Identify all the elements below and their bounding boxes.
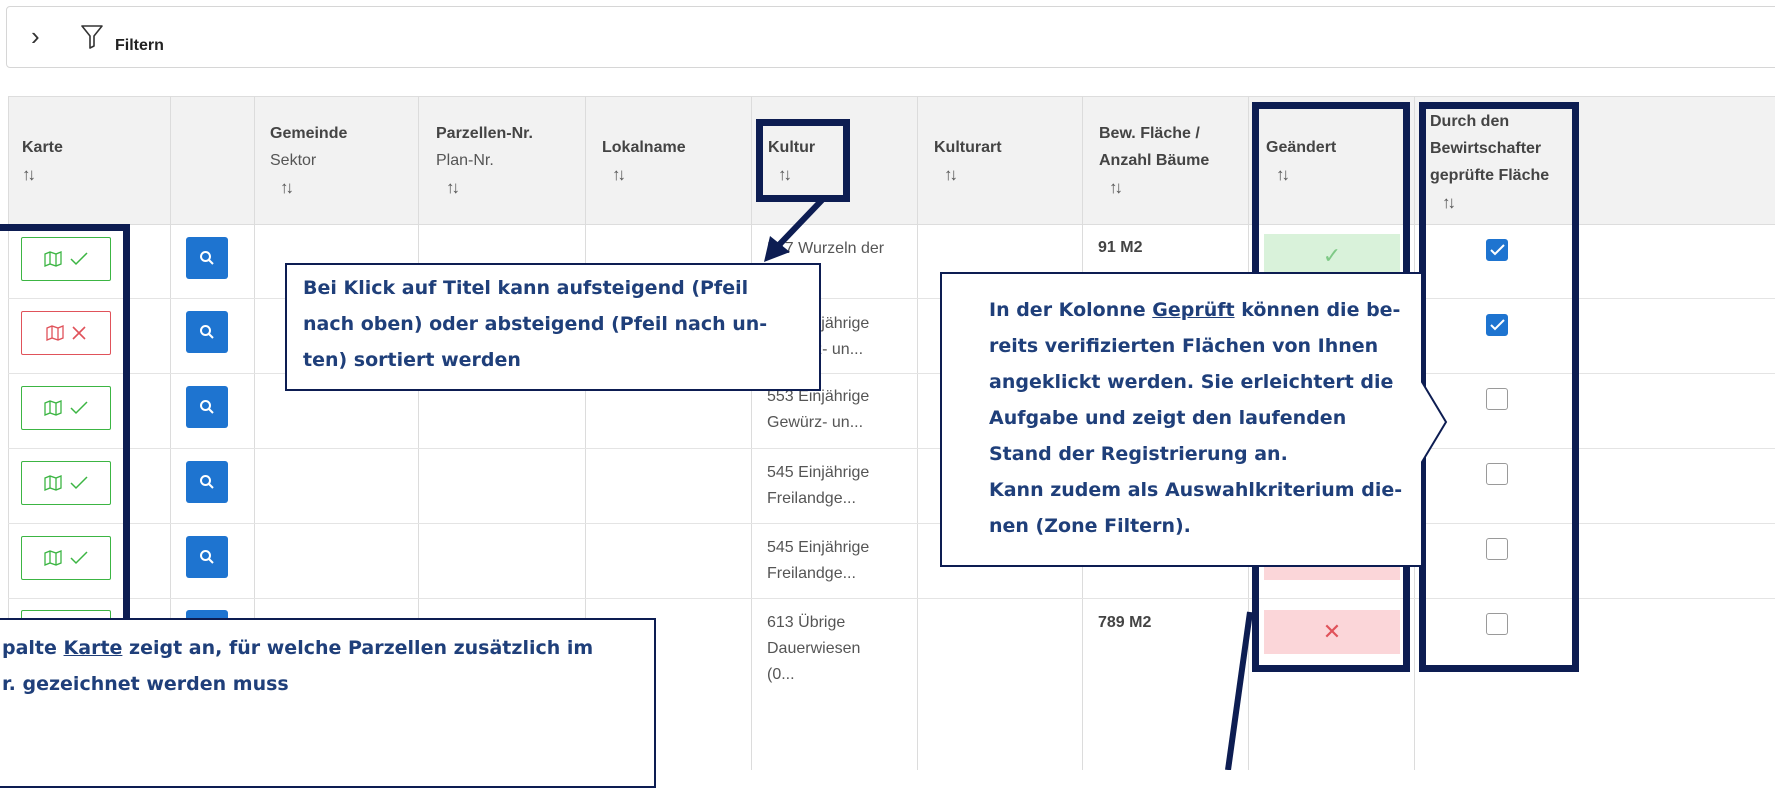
callout-sort-info: Bei Klick auf Titel kann aufsteigend (Pf… — [285, 263, 821, 391]
callout-text: Bei Klick auf Titel kann aufsteigend (Pf… — [303, 277, 749, 299]
callout-keyword: Karte — [63, 637, 123, 659]
callout-text: In der Kolonne Geprüft können die be- — [989, 292, 1439, 328]
callout-karte-info: palte Karte zeigt an, für welche Parzell… — [0, 618, 656, 788]
callout-text: nach oben) oder absteigend (Pfeil nach u… — [303, 313, 768, 335]
callout-text-part: zeigt an, für welche Parzellen zusätzlic… — [122, 637, 594, 659]
callout-text: r. gezeichnet werden muss — [2, 673, 289, 695]
callout-geprueft-info: In der Kolonne Geprüft können die be- re… — [989, 292, 1439, 544]
callout-text-part: können die be- — [1234, 299, 1401, 321]
callout-keyword: Geprüft — [1152, 299, 1235, 321]
callout-text: nen (Zone Filtern). — [989, 515, 1191, 537]
callout-text: ten) sortiert werden — [303, 349, 521, 371]
callout-text: Kann zudem als Auswahlkriterium die- — [989, 479, 1403, 501]
callout-text: angeklickt werden. Sie erleichtert die — [989, 371, 1394, 393]
callout-text: Aufgabe und zeigt den laufenden — [989, 407, 1347, 429]
callout-text: palte Karte zeigt an, für welche Parzell… — [2, 630, 654, 666]
callout-text-part: palte — [2, 637, 64, 659]
callout-text-part: In der Kolonne — [989, 299, 1153, 321]
callout-text: reits verifizierten Flächen von Ihnen — [989, 335, 1379, 357]
callout-text: Stand der Registrierung an. — [989, 443, 1288, 465]
